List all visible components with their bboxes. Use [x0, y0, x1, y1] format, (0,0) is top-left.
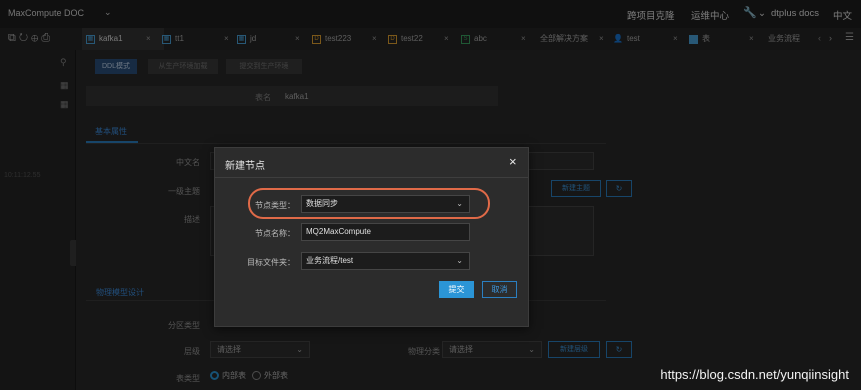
annotation-highlight	[248, 188, 490, 219]
submit-button[interactable]: 提交	[439, 281, 474, 298]
node-name-input[interactable]: MQ2MaxCompute	[301, 223, 470, 241]
dialog-divider	[215, 177, 528, 178]
new-node-dialog: 新建节点 × 节点类型： 数据同步 ⌄ 节点名称： MQ2MaxCompute 目…	[214, 147, 529, 327]
target-folder-select[interactable]: 业务流程/test ⌄	[301, 252, 470, 270]
watermark: https://blog.csdn.net/yunqiinsight	[660, 367, 849, 382]
dialog-title: 新建节点	[225, 161, 265, 172]
close-icon[interactable]: ×	[509, 154, 517, 169]
target-folder-label: 目标文件夹：	[247, 258, 295, 267]
chevron-down-icon: ⌄	[456, 256, 463, 265]
cancel-button[interactable]: 取消	[482, 281, 517, 298]
node-name-label: 节点名称：	[255, 229, 295, 238]
